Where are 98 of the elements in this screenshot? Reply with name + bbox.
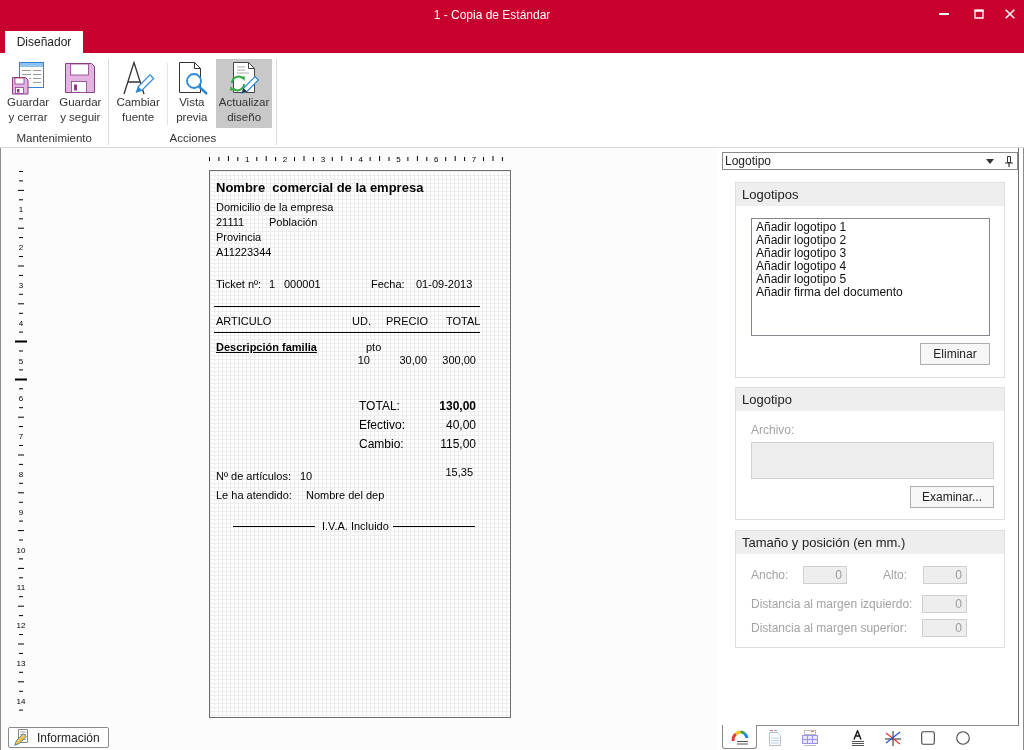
table-icon: [801, 730, 818, 746]
ruler-number: 11: [16, 583, 26, 593]
save-and-continue-button[interactable]: Guardar y seguir: [56, 59, 105, 128]
document-refresh-pencil-icon: [227, 61, 262, 95]
list-item[interactable]: Añadir logotipo 3: [756, 247, 985, 260]
quantity-value: 10: [357, 354, 370, 366]
caret-icon: [986, 158, 994, 164]
ruler-number: 13: [16, 658, 26, 668]
price-value: 30,00: [399, 354, 427, 366]
minimize-icon: [939, 13, 949, 15]
group-title: Tamaño y posición (en mm.): [736, 531, 1004, 554]
ruler-number: 2: [18, 243, 24, 253]
ruler-number: 10: [16, 545, 26, 555]
ruler-number: 5: [18, 356, 24, 366]
ruler-number: 14: [16, 696, 26, 706]
preview-button[interactable]: Vista previa: [171, 59, 212, 128]
column-header: TOTAL: [446, 315, 481, 327]
amount-text: 15,35: [445, 465, 473, 479]
change-font-button[interactable]: Cambiar fuente: [113, 59, 163, 128]
ruler-number: 3: [320, 155, 326, 162]
column-header: UD.: [352, 315, 371, 327]
circle-icon: [955, 731, 970, 745]
item-count-label: Nº de artículos:: [216, 470, 291, 482]
address-text: Domicilio de la empresa: [216, 201, 334, 213]
window-title: 1 - Copia de Estándar: [433, 8, 551, 22]
delete-button[interactable]: Eliminar: [920, 343, 990, 365]
group-title: Logotipos: [736, 183, 1004, 206]
ribbon-group-label: Acciones: [169, 131, 217, 146]
total-label: Efectivo:: [359, 418, 406, 432]
served-by-name: Nombre del dep: [306, 488, 385, 502]
province-text: Provincia: [216, 231, 262, 243]
item-count: 10: [300, 469, 313, 483]
field-label: Distancia al margen izquierdo:: [751, 597, 914, 611]
line-total-value: 300,00: [442, 354, 476, 366]
ruler-number: 3: [18, 280, 24, 290]
served-by-label: Le ha atendido:: [216, 489, 292, 501]
ruler-number: 12: [16, 621, 26, 631]
document-icon: [766, 730, 783, 746]
postal-code: 21111: [216, 216, 245, 228]
ruler-number: 4: [358, 155, 363, 162]
list-item[interactable]: Añadir firma del documento: [756, 286, 985, 299]
document-pencil-icon: [14, 729, 30, 746]
ruler-number: 9: [18, 507, 24, 517]
save-and-close-button[interactable]: Guardar y cerrar: [4, 59, 53, 128]
square-icon: [920, 731, 935, 745]
ruler-number: 8: [18, 469, 24, 479]
pin-icon: [1005, 155, 1013, 167]
date-label: Fecha:: [371, 278, 405, 290]
ruler-number: 6: [18, 394, 24, 404]
ticket-series: 1: [269, 278, 276, 290]
ticket-number: 000001: [284, 278, 321, 290]
total-value: 115,00: [440, 437, 476, 451]
field-label: Ancho:: [751, 568, 790, 582]
information-button[interactable]: Información: [8, 727, 109, 748]
column-header: ARTICULO: [216, 315, 272, 327]
group-title: Logotipo: [736, 388, 1004, 411]
ruler-number: 6: [434, 155, 439, 162]
update-design-button[interactable]: Actualizar diseño: [215, 59, 273, 128]
family-heading: Descripción familia: [216, 341, 317, 353]
ruler-number: 4: [18, 318, 24, 328]
ruler-number: 5: [396, 155, 401, 162]
field-label: Distancia al margen superior:: [751, 621, 909, 635]
ruler-number: 7: [18, 432, 24, 442]
crossed-lines-icon: [884, 730, 901, 746]
company-name: Nombre comercial de la empresa: [216, 180, 424, 195]
total-value: 130,00: [439, 399, 476, 413]
total-label: TOTAL:: [359, 399, 400, 413]
panel-selector[interactable]: Logotipo: [723, 153, 1001, 169]
ribbon-tab[interactable]: Diseñador: [5, 31, 83, 53]
date-value: 01-09-2013: [416, 277, 473, 292]
text-style-icon: [850, 730, 865, 746]
list-item[interactable]: Añadir logotipo 2: [756, 234, 985, 247]
ruler-number: 1: [18, 205, 24, 215]
list-item[interactable]: Añadir logotipo 5: [756, 273, 985, 286]
total-value: 40,00: [445, 418, 476, 432]
total-label: Cambio:: [359, 437, 404, 451]
ruler-number: 1: [245, 155, 250, 162]
field-label: Alto:: [883, 568, 908, 582]
logo-list[interactable]: Añadir logotipo 1 Añadir logotipo 2 Añadir logotipo 3 Añadir logotipo 4 Añadir logotipo 5 Añadir firma del documento: [751, 218, 990, 336]
browse-button[interactable]: Examinar...: [910, 486, 994, 508]
color-arc-icon: [730, 728, 749, 745]
unit-text: pto: [366, 341, 382, 354]
ticket-label: Ticket nº:: [216, 278, 262, 290]
maximize-icon: [973, 9, 984, 19]
column-header: PRECIO: [386, 315, 429, 327]
ribbon-group-label: Mantenimiento: [16, 131, 92, 146]
field-label: Archivo:: [751, 423, 795, 437]
list-item[interactable]: Añadir logotipo 1: [756, 221, 985, 234]
footer-text: I.V.A. Incluido: [322, 519, 389, 534]
list-item[interactable]: Añadir logotipo 4: [756, 260, 985, 273]
tax-id: A11223344: [216, 246, 272, 258]
close-icon: [1005, 9, 1015, 19]
window-with-floppy-icon: [11, 61, 46, 95]
panel-tab[interactable]: [722, 725, 757, 749]
city-text: Población: [269, 215, 318, 230]
ruler-number: 2: [282, 155, 288, 162]
letter-pencil-icon: [121, 61, 156, 95]
ruler-number: 7: [471, 155, 477, 162]
